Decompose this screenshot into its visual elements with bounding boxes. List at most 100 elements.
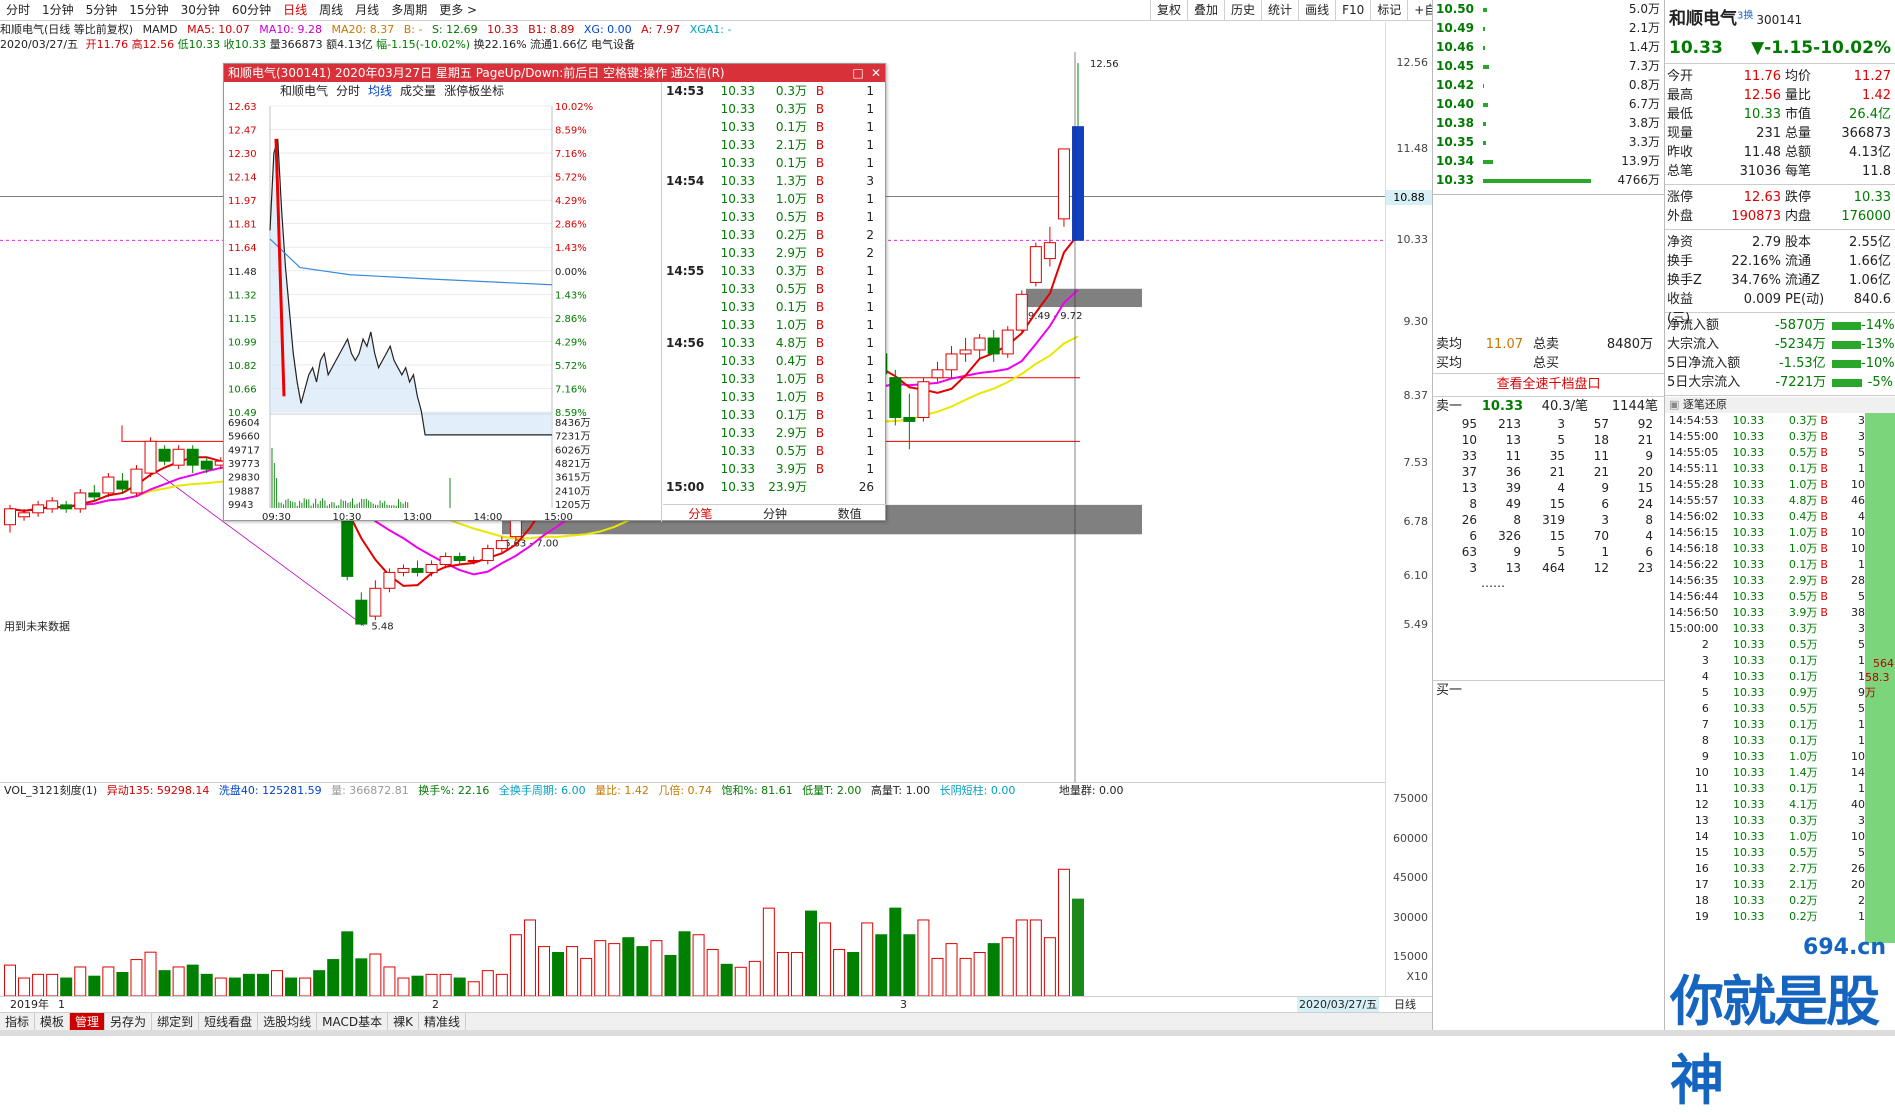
volume-indicator-header: VOL_3121刻度(1) 异动135: 59298.14 洗盘40: 1252… <box>0 782 1385 798</box>
tool-4[interactable]: 画线 <box>1298 0 1335 21</box>
popup-title-bar[interactable]: 和顺电气(300141) 2020年03月27日 星期五 PageUp/Down… <box>224 64 885 82</box>
stat-label: 流通Z <box>1781 271 1823 290</box>
bottom-tab-0[interactable]: 指标 <box>0 1013 35 1030</box>
popup-sub-3[interactable]: 成交量 <box>400 84 436 98</box>
candle <box>131 465 142 497</box>
tick-time: 14:56:15 <box>1665 525 1722 541</box>
bottom-tab-6[interactable]: 选股均线 <box>258 1013 317 1030</box>
close-icon[interactable]: ✕ <box>867 64 885 82</box>
period-5[interactable]: 60分钟 <box>226 0 277 20</box>
period-2[interactable]: 5分钟 <box>80 0 124 20</box>
volume-tick: X10 <box>1406 970 1428 983</box>
flow-bar <box>1832 360 1861 368</box>
volume-bar <box>145 952 156 996</box>
tick-direction <box>1818 637 1831 653</box>
period-6[interactable]: 日线 <box>277 0 313 20</box>
volume-bar <box>623 938 634 996</box>
tool-3[interactable]: 统计 <box>1261 0 1298 21</box>
trade-row: 10.33 3.9万 B 1 <box>663 460 887 478</box>
volume-bar <box>454 978 465 996</box>
tick-price: 10.33 <box>1723 669 1765 685</box>
trade-time <box>663 100 715 118</box>
bottom-tab-3[interactable]: 另存为 <box>105 1013 152 1030</box>
tick-list[interactable]: 14:54:53 10.33 0.3万 B 3 14:55:00 10.33 0.3万 B 3 14… <box>1665 413 1865 925</box>
tool-2[interactable]: 历史 <box>1224 0 1261 21</box>
tick-price: 10.33 <box>1723 653 1765 669</box>
popup-tab-0[interactable]: 分笔 <box>663 505 738 522</box>
order-volume: 5.0万 <box>1629 0 1660 19</box>
order-level: 10.40 6.7万 <box>1433 95 1664 114</box>
volume-bar <box>510 935 521 996</box>
candle <box>1073 63 1084 240</box>
popup-sub-2[interactable]: 均线 <box>368 84 392 98</box>
stat-value: 12.56 <box>1709 86 1781 105</box>
trade-time <box>663 316 715 334</box>
tick-price: 10.33 <box>1722 621 1764 637</box>
order-volume: 0.8万 <box>1629 76 1660 95</box>
tool-1[interactable]: 叠加 <box>1187 0 1224 21</box>
volume-chart[interactable] <box>0 798 1385 996</box>
tick-price: 10.33 <box>1722 477 1764 493</box>
stat-label: 总额 <box>1781 143 1823 162</box>
popup-sub-4[interactable]: 涨停板坐标 <box>444 84 504 98</box>
volume-axis: 75000 60000 45000 30000 15000 X10 <box>1385 782 1432 996</box>
bottom-tab-9[interactable]: 精准线 <box>419 1013 466 1030</box>
bottom-tab-2[interactable]: 管理 <box>70 1013 105 1030</box>
flow-value: -7221万 <box>1757 373 1826 392</box>
intraday-price-tick: 10.99 <box>228 337 257 348</box>
popup-tab-1[interactable]: 分钟 <box>738 505 813 522</box>
maximize-icon[interactable]: □ <box>849 64 867 82</box>
period-10[interactable]: 更多 > <box>433 0 483 20</box>
trade-volume: 0.4万 <box>755 352 807 370</box>
bottom-tab-8[interactable]: 裸K <box>388 1013 419 1030</box>
intraday-popup[interactable]: 和顺电气(300141) 2020年03月27日 星期五 PageUp/Down… <box>223 63 886 521</box>
tick-row: 14:56:15 10.33 1.0万 B 10 <box>1665 525 1865 541</box>
volume-bar <box>159 971 170 996</box>
volume-tick: 75000 <box>1393 792 1428 805</box>
trade-volume: 3.9万 <box>755 460 807 478</box>
order-bar <box>1483 141 1486 145</box>
period-7[interactable]: 周线 <box>313 0 349 20</box>
period-0[interactable]: 分时 <box>0 0 36 20</box>
tool-0[interactable]: 复权 <box>1150 0 1187 21</box>
trade-row: 10.33 0.1万 B 1 <box>663 406 887 424</box>
period-8[interactable]: 月线 <box>349 0 385 20</box>
bottom-tab-7[interactable]: MACD基本 <box>317 1013 388 1030</box>
bottom-tab-5[interactable]: 短线看盘 <box>199 1013 258 1030</box>
tick-volume: 0.3万 <box>1764 413 1817 429</box>
tick-count: 40 <box>1831 797 1865 813</box>
stat-label: 涨停 <box>1667 188 1709 207</box>
tool-5[interactable]: F10 <box>1335 0 1370 21</box>
period-1[interactable]: 1分钟 <box>36 0 80 20</box>
popup-tab-2[interactable]: 数值 <box>812 505 887 522</box>
volume-bar <box>33 974 44 996</box>
trade-row: 10.33 0.2万 B 2 <box>663 226 887 244</box>
queue-row: 37 36 21 21 20 <box>1433 464 1664 480</box>
tick-volume: 0.2万 <box>1765 893 1818 909</box>
bottom-tab-1[interactable]: 模板 <box>35 1013 70 1030</box>
vol-indicator-name[interactable]: VOL_3121刻度(1) <box>4 784 97 797</box>
trade-price: 10.33 <box>715 424 755 442</box>
stat-value: 11.27 <box>1823 67 1891 86</box>
period-9[interactable]: 多周期 <box>385 0 433 20</box>
intraday-pct-tick: 1.43% <box>555 243 587 254</box>
tick-count: 5 <box>1831 637 1865 653</box>
stat-label: 内盘 <box>1781 207 1823 226</box>
tick-time: 14 <box>1665 829 1723 845</box>
popup-sub-1[interactable]: 分时 <box>336 84 360 98</box>
flow-row: 5日净流入额 -1.53亿 -10% <box>1667 354 1893 373</box>
popup-sub-0[interactable]: 和顺电气 <box>280 84 328 98</box>
candle <box>454 553 465 565</box>
trade-price: 10.33 <box>715 298 755 316</box>
period-3[interactable]: 15分钟 <box>123 0 174 20</box>
tool-6[interactable]: 标记 <box>1370 0 1407 21</box>
bottom-tab-4[interactable]: 绑定到 <box>152 1013 199 1030</box>
trade-time <box>663 280 715 298</box>
volume-bar <box>201 974 212 996</box>
tick-count: 10 <box>1831 541 1865 557</box>
trade-count: 2 <box>833 244 877 262</box>
period-4[interactable]: 30分钟 <box>175 0 226 20</box>
order-price: 10.35 <box>1433 133 1483 152</box>
full-depth-link[interactable]: 查看全速千档盘口 <box>1433 374 1664 396</box>
volume-bar <box>482 971 493 996</box>
